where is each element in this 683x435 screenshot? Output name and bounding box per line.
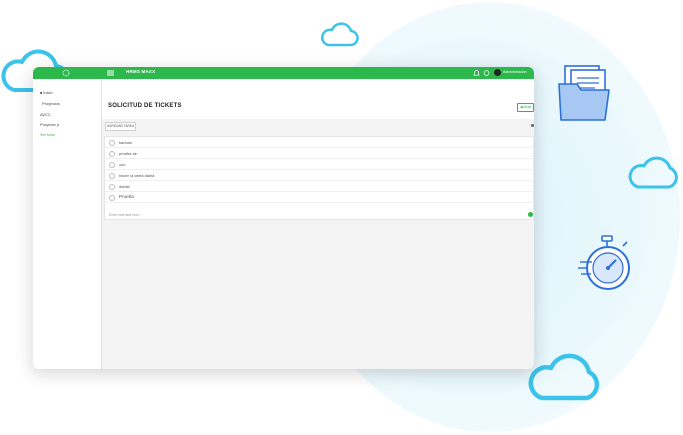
sidebar-item-label: Proyectos bbox=[42, 101, 60, 106]
avatar[interactable] bbox=[494, 69, 501, 76]
top-navbar: HRMS MAXX Administración bbox=[33, 67, 534, 79]
folder-icon bbox=[558, 65, 610, 121]
marketing-stage: HRMS MAXX Administración ■ Inicio Proyec… bbox=[0, 0, 683, 435]
new-task-input[interactable] bbox=[109, 211, 519, 218]
app-brand: HRMS MAXX bbox=[126, 69, 156, 74]
bell-icon[interactable] bbox=[473, 69, 480, 77]
task-label: Prueba bbox=[119, 194, 134, 199]
new-task-row bbox=[105, 209, 534, 220]
add-icon[interactable] bbox=[528, 212, 533, 217]
task-list: kanban prueba de oso hacer la tarea diar… bbox=[104, 136, 534, 220]
page-header bbox=[102, 79, 534, 119]
cloud-icon bbox=[528, 353, 600, 401]
sidebar-item-inicio[interactable]: ■ Inicio bbox=[40, 90, 53, 95]
task-label: prueba de bbox=[119, 151, 138, 156]
sidebar-item-label: AVCC bbox=[40, 112, 51, 117]
task-label: oso bbox=[119, 162, 126, 167]
sidebar-item-label: Ver todo bbox=[40, 132, 55, 137]
chat-icon[interactable] bbox=[483, 69, 490, 77]
back-button[interactable]: ◀ Atrás bbox=[517, 103, 534, 112]
task-checkbox[interactable] bbox=[109, 172, 115, 179]
user-name[interactable]: Administración bbox=[503, 70, 527, 74]
list-item[interactable]: Prueba bbox=[105, 192, 534, 203]
home-icon: ■ bbox=[40, 91, 43, 95]
task-checkbox[interactable] bbox=[109, 194, 115, 201]
task-label: kanban bbox=[119, 140, 133, 145]
list-item[interactable]: oso bbox=[105, 159, 534, 170]
sidebar-item-avcc[interactable]: AVCC bbox=[40, 112, 51, 117]
list-item[interactable]: kanban bbox=[105, 137, 534, 148]
sidebar-item-proyecto-jr[interactable]: Proyecto jr bbox=[40, 122, 59, 127]
list-item[interactable]: dsfdsf bbox=[105, 181, 534, 192]
sidebar-item-label: Proyecto jr bbox=[40, 122, 60, 127]
menu-toggle-icon[interactable] bbox=[107, 70, 114, 76]
options-icon[interactable] bbox=[531, 124, 534, 127]
page-title: SOLICITUD DE TICKETS bbox=[108, 103, 182, 109]
logo-icon[interactable] bbox=[62, 69, 70, 77]
task-checkbox[interactable] bbox=[109, 161, 115, 168]
app-window: HRMS MAXX Administración ■ Inicio Proyec… bbox=[33, 67, 534, 369]
cloud-icon bbox=[321, 22, 359, 47]
task-label: dsfdsf bbox=[119, 184, 130, 189]
sidebar-item-label: Inicio bbox=[43, 90, 53, 95]
sidebar: ■ Inicio Proyectos AVCC Proyecto jr Ver … bbox=[33, 79, 102, 369]
sidebar-item-proyectos[interactable]: Proyectos bbox=[42, 101, 60, 106]
task-label: hacer la tarea diaria bbox=[119, 173, 155, 178]
stopwatch-icon bbox=[578, 235, 630, 290]
cloud-icon bbox=[628, 156, 678, 189]
task-checkbox[interactable] bbox=[109, 183, 115, 190]
task-checkbox[interactable] bbox=[109, 139, 115, 146]
add-task-button[interactable]: AGREGAR TAREA bbox=[105, 122, 136, 131]
list-item[interactable]: hacer la tarea diaria bbox=[105, 170, 534, 181]
list-item[interactable]: prueba de bbox=[105, 148, 534, 159]
sidebar-item-ver-todo[interactable]: Ver todo bbox=[40, 132, 55, 137]
back-button-label: Atrás bbox=[523, 105, 532, 109]
task-checkbox[interactable] bbox=[109, 150, 115, 157]
